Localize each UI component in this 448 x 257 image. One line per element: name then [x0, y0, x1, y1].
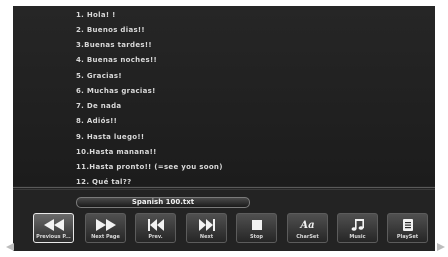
text-line: 11.Hasta pronto!! (=see you soon) — [76, 163, 223, 171]
music-note-icon — [338, 217, 377, 233]
next-button[interactable]: Next — [186, 213, 227, 243]
text-line: 9. Hasta luego!! — [76, 133, 145, 141]
button-label: PlaySet — [396, 234, 419, 240]
toolbar-scroll-right-button[interactable] — [436, 237, 446, 251]
text-content-area: 1. Hola! ! 2. Buenos dias!! 3.Buenas tar… — [13, 6, 435, 186]
button-label: Next Page — [91, 234, 120, 240]
triangle-left-icon — [6, 243, 14, 251]
text-line: 10.Hasta manana!! — [76, 148, 157, 156]
file-name-bar: Spanish 100.txt — [76, 197, 250, 208]
next-page-button[interactable]: Next Page — [85, 213, 126, 243]
text-line: 2. Buenos dias!! — [76, 26, 145, 34]
text-line: 1. Hola! ! — [76, 11, 116, 19]
text-line: 12. Qué tal?? — [76, 178, 132, 186]
text-viewer-screen: 1. Hola! ! 2. Buenos dias!! 3.Buenas tar… — [13, 6, 435, 251]
button-label: Next — [199, 234, 214, 240]
charset-icon: Aa — [288, 217, 327, 233]
text-line: 7. De nada — [76, 102, 122, 110]
prev-button[interactable]: Prev. — [135, 213, 176, 243]
button-label: Previous P... — [36, 234, 71, 240]
divider — [13, 187, 435, 188]
toolbar-scroll-left-button[interactable] — [5, 237, 15, 251]
text-line: 5. Gracias! — [76, 72, 122, 80]
skip-previous-icon — [136, 217, 175, 233]
charset-glyph: Aa — [300, 219, 315, 231]
rewind-icon — [34, 217, 73, 233]
playback-toolbar: Previous P... Next Page Prev. Next Stop … — [13, 209, 435, 251]
triangle-right-icon — [437, 243, 445, 251]
stop-icon — [237, 217, 276, 233]
text-line: 8. Adiós!! — [76, 117, 118, 125]
button-label: Stop — [249, 234, 263, 240]
divider — [13, 189, 435, 190]
button-label: Music — [349, 234, 366, 240]
skip-next-icon — [187, 217, 226, 233]
fast-forward-icon — [86, 217, 125, 233]
stop-button[interactable]: Stop — [236, 213, 277, 243]
playset-button[interactable]: PlaySet — [387, 213, 428, 243]
button-label: CharSet — [296, 234, 319, 240]
text-line: 3.Buenas tardes!! — [76, 41, 152, 49]
text-line: 4. Buenas noches!! — [76, 56, 157, 64]
button-label: Prev. — [148, 234, 163, 240]
previous-page-button[interactable]: Previous P... — [33, 213, 74, 243]
playlist-settings-icon — [388, 217, 427, 233]
text-line: 6. Muchas gracias! — [76, 87, 156, 95]
charset-button[interactable]: Aa CharSet — [287, 213, 328, 243]
music-button[interactable]: Music — [337, 213, 378, 243]
